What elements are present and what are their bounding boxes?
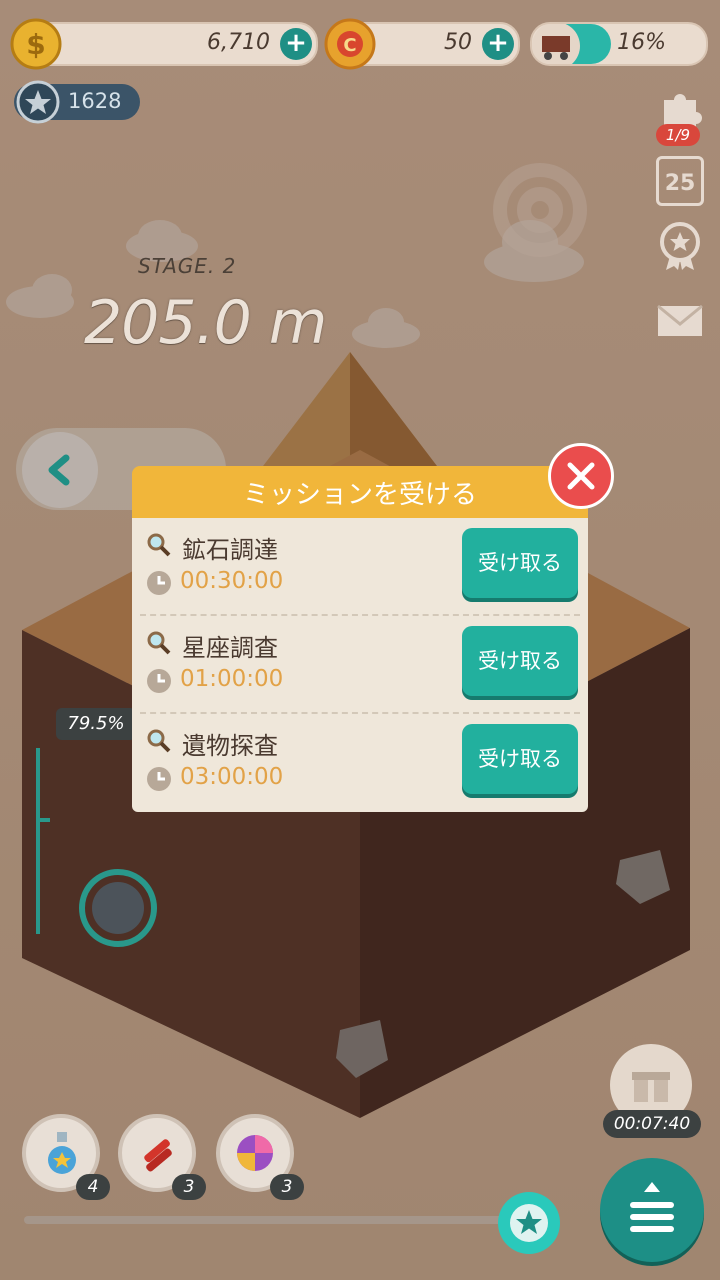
- mission-name: 鉱石調達: [182, 536, 278, 564]
- gold-coin-icon: $: [10, 18, 62, 70]
- badge-points[interactable]: 1628: [14, 80, 140, 124]
- dialog-title: ミッションを受ける: [242, 480, 477, 510]
- gem-counter: C 50 +: [324, 18, 520, 70]
- magnifier-icon: [147, 533, 171, 557]
- badge-points-value: 1628: [68, 89, 122, 113]
- stage-label: STAGE. 2: [138, 254, 237, 278]
- magnifier-icon: [147, 631, 171, 655]
- star-badge-icon: [16, 80, 60, 124]
- gem-coin-icon: C: [324, 18, 376, 70]
- mission-name: 星座調査: [182, 634, 278, 662]
- mission-item: 星座調査 01:00:00 受け取る: [132, 616, 588, 714]
- mission-name: 遺物探査: [182, 732, 278, 760]
- clock-icon: [147, 669, 171, 693]
- menu-icon: [630, 1182, 674, 1232]
- progress-star-button[interactable]: [498, 1192, 560, 1254]
- dynamite-icon: [144, 1139, 172, 1172]
- gold-counter: $ 6,710 +: [10, 18, 318, 70]
- potion-icon: [48, 1132, 76, 1174]
- accept-button[interactable]: 受け取る: [462, 724, 578, 794]
- add-gem-button[interactable]: +: [482, 28, 514, 60]
- mission-time: 01:00:00: [180, 666, 284, 692]
- mission-item: 遺物探査 03:00:00 受け取る: [132, 714, 588, 812]
- star-icon: [510, 1204, 548, 1242]
- gold-amount: 6,710: [207, 30, 270, 55]
- mine-cart-icon: [532, 24, 580, 64]
- close-button[interactable]: [548, 443, 614, 509]
- achievement-icon[interactable]: [654, 220, 706, 272]
- mission-time: 03:00:00: [180, 764, 284, 790]
- add-gold-button[interactable]: +: [280, 28, 312, 60]
- close-icon: [567, 462, 595, 490]
- back-arrow-icon[interactable]: [40, 450, 80, 490]
- gem-amount: 50: [444, 30, 472, 55]
- accept-button[interactable]: 受け取る: [462, 626, 578, 696]
- gift-timer: 00:07:40: [603, 1110, 701, 1138]
- mission-list: 鉱石調達 00:30:00 受け取る 星座調査 01:00:00 受け取る 遺物…: [132, 518, 588, 812]
- puzzle-count-badge: 1/9: [656, 124, 700, 146]
- cart-progress-text: 16%: [617, 30, 666, 55]
- cart-progress[interactable]: 16%: [530, 22, 708, 66]
- gift-icon: [632, 1072, 670, 1102]
- svg-text:$: $: [26, 28, 45, 61]
- mission-item: 鉱石調達 00:30:00 受け取る: [132, 518, 588, 616]
- mail-icon[interactable]: [654, 294, 706, 346]
- candy-count: 3: [270, 1174, 304, 1200]
- mission-time: 00:30:00: [180, 568, 284, 594]
- dialog-header: ミッションを受ける: [132, 466, 588, 518]
- mission-dialog: ミッションを受ける 鉱石調達 00:30:00 受け取る 星座調査 01:00:…: [132, 466, 588, 812]
- potion-count: 4: [76, 1174, 110, 1200]
- menu-button[interactable]: [600, 1158, 704, 1262]
- clock-icon: [147, 767, 171, 791]
- depth-percent: 79.5%: [56, 708, 136, 740]
- calendar-day: 25: [664, 171, 696, 196]
- calendar-button[interactable]: 25: [656, 156, 704, 206]
- clock-icon: [147, 571, 171, 595]
- magnifier-icon: [147, 729, 171, 753]
- candy-icon: [237, 1135, 273, 1171]
- dynamite-count: 3: [172, 1174, 206, 1200]
- accept-button[interactable]: 受け取る: [462, 528, 578, 598]
- svg-text:C: C: [343, 35, 356, 56]
- distance-value: 205.0 m: [84, 288, 327, 358]
